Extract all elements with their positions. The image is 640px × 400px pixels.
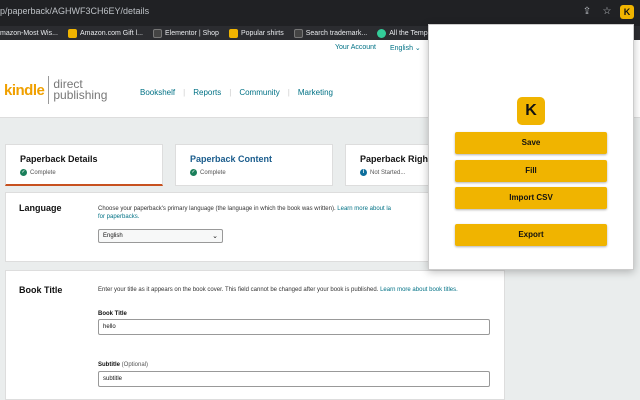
bookmark-item[interactable]: Amazon.com Gift l...	[67, 28, 143, 38]
nav-marketing[interactable]: Marketing	[290, 88, 341, 97]
page-icon	[293, 28, 303, 38]
extension-k-icon[interactable]: K	[620, 5, 634, 19]
subtitle-field-label: Subtitle (Optional)	[98, 362, 149, 368]
logo-kindle-text: kindle	[4, 81, 45, 99]
language-link[interactable]: English ⌄	[390, 44, 421, 52]
language-section: Language Choose your paperback's primary…	[5, 192, 445, 262]
bookmark-item[interactable]: Popular shirts	[228, 28, 284, 38]
extension-logo-icon: K	[517, 97, 545, 125]
book-title-description: Enter your title as it appears on the bo…	[98, 287, 458, 293]
book-title-field-label: Book Title	[98, 311, 127, 317]
extension-popup: K Save Fill Import CSV Export	[428, 24, 634, 270]
kdp-logo[interactable]: kindle direct publishing	[4, 76, 107, 104]
language-label: Language	[19, 203, 62, 213]
fill-button[interactable]: Fill	[455, 160, 607, 182]
amazon-icon	[67, 28, 77, 38]
share-icon[interactable]: ⇪	[580, 5, 594, 19]
nav-bookshelf[interactable]: Bookshelf	[132, 88, 183, 97]
info-icon: i	[360, 169, 367, 176]
main-nav: Bookshelf | Reports | Community | Marketing	[132, 88, 341, 97]
bookmark-item[interactable]: mazon-Most Wis...	[0, 30, 58, 37]
nav-community[interactable]: Community	[231, 88, 287, 97]
nav-reports[interactable]: Reports	[185, 88, 229, 97]
browser-address-bar: p/paperback/AGHWF3CH6EY/details ⇪ ☆ K	[0, 0, 640, 26]
language-description: Choose your paperback's primary language…	[98, 206, 391, 220]
check-circle-icon: ✓	[190, 169, 197, 176]
language-learn-more-link[interactable]: Learn more about la	[337, 206, 391, 212]
tab-paperback-details[interactable]: Paperback Details ✓ Complete	[5, 144, 163, 186]
export-button[interactable]: Export	[455, 224, 607, 246]
book-title-input[interactable]: hello	[98, 319, 490, 335]
bookmark-item[interactable]: Elementor | Shop	[152, 28, 219, 38]
bookmark-item[interactable]: Search trademark...	[293, 28, 367, 38]
book-title-section: Book Title Enter your title as it appear…	[5, 270, 505, 400]
page-icon	[152, 28, 162, 38]
language-select[interactable]: English ⌄	[98, 229, 223, 243]
star-icon[interactable]: ☆	[600, 5, 614, 19]
browser-toolbar-icons: ⇪ ☆ K	[580, 5, 634, 19]
amazon-icon	[228, 28, 238, 38]
subtitle-input[interactable]: subtitle	[98, 371, 490, 387]
save-button[interactable]: Save	[455, 132, 607, 154]
url-text[interactable]: p/paperback/AGHWF3CH6EY/details	[0, 6, 149, 16]
import-csv-button[interactable]: Import CSV	[455, 187, 607, 209]
chevron-down-icon: ⌄	[212, 233, 218, 240]
leaf-icon	[377, 28, 387, 38]
check-circle-icon: ✓	[20, 169, 27, 176]
tab-paperback-content[interactable]: Paperback Content ✓ Complete	[175, 144, 333, 186]
book-title-learn-more-link[interactable]: Learn more about book titles.	[380, 287, 458, 293]
your-account-link[interactable]: Your Account	[335, 44, 376, 52]
logo-divider	[48, 76, 50, 104]
logo-publishing-text: publishing	[53, 88, 108, 102]
book-title-heading: Book Title	[19, 285, 63, 295]
